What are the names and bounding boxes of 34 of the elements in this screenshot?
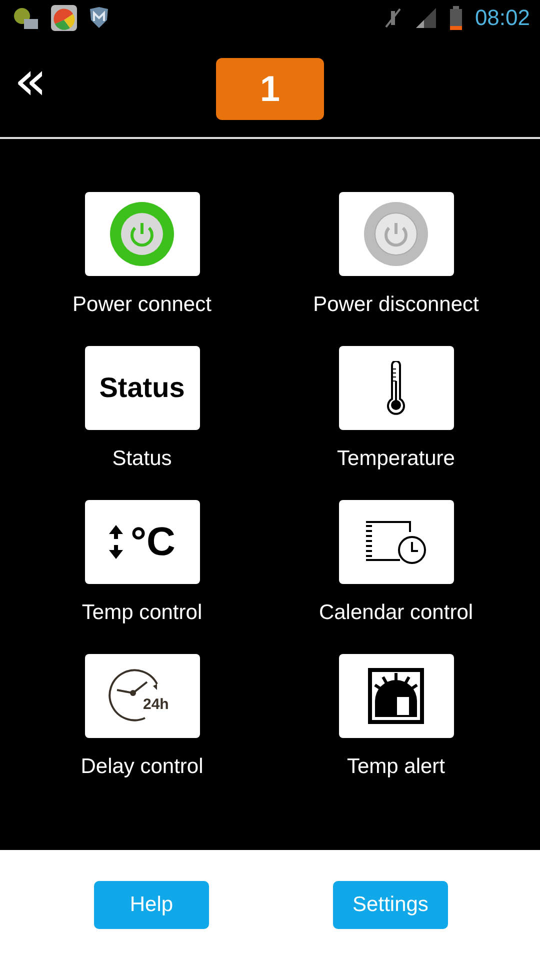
notification-icon — [12, 6, 40, 30]
tile-label: Delay control — [80, 755, 204, 779]
alarm-light-icon — [367, 667, 425, 725]
muted-icon — [382, 7, 403, 29]
shield-icon — [88, 6, 110, 30]
signal-icon — [414, 7, 437, 29]
tile-label: Temp control — [82, 601, 202, 625]
tile-button[interactable]: °C — [84, 500, 200, 584]
battery-icon — [448, 6, 463, 30]
page-number-badge: 1 — [216, 58, 324, 120]
tile-label: Status — [112, 447, 172, 471]
status-text: Status — [99, 372, 185, 404]
clock-time: 08:02 — [474, 5, 530, 31]
back-button[interactable]: « — [14, 54, 48, 108]
power-icon — [109, 201, 175, 267]
celsius-text: °C — [130, 520, 176, 564]
tile-button[interactable] — [338, 500, 454, 584]
hours-text: 24h — [143, 696, 169, 713]
app-icon — [50, 4, 78, 32]
tile-button[interactable] — [338, 654, 454, 738]
tile-button[interactable]: 24h — [84, 654, 200, 738]
tile-label: Temperature — [337, 447, 455, 471]
tile-label: Power disconnect — [313, 293, 479, 317]
tile-label: Power connect — [72, 293, 212, 317]
calendar-clock-icon — [364, 520, 428, 564]
tile-label: Temp alert — [346, 755, 446, 779]
tile-button[interactable]: Status — [84, 346, 200, 430]
tile-button[interactable] — [84, 192, 200, 276]
up-down-arrows-icon — [108, 525, 123, 559]
tile-label: Calendar control — [318, 601, 474, 625]
power-icon — [363, 201, 429, 267]
thermometer-icon — [386, 361, 406, 415]
tile-button[interactable] — [338, 346, 454, 430]
tile-button[interactable] — [338, 192, 454, 276]
